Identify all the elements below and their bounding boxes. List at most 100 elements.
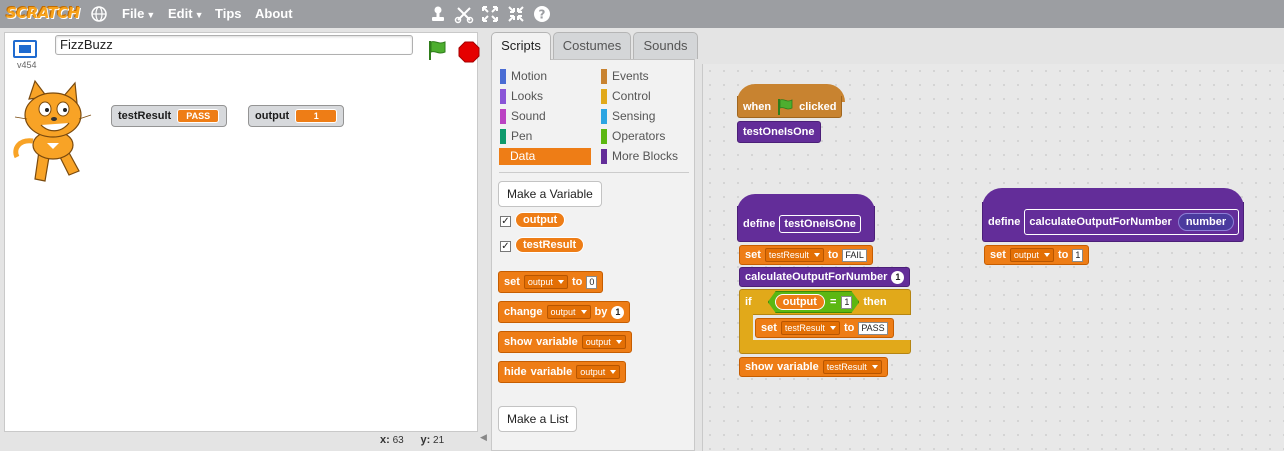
grow-icon[interactable]	[480, 4, 500, 24]
block-keyword: calculateOutputForNumber	[745, 271, 888, 283]
variable-checkbox[interactable]: ✓	[500, 216, 511, 227]
category-more-blocks[interactable]: More Blocks	[601, 148, 693, 165]
define-calculateoutputfornumber-block[interactable]: define calculateOutputForNumber number	[982, 202, 1244, 242]
presentation-mode-icon[interactable]	[13, 40, 37, 58]
block-keyword: show	[745, 361, 774, 373]
category-color-swatch	[601, 149, 607, 164]
call-testoneisone-block[interactable]: testOneIsOne	[737, 121, 821, 143]
define-testoneisone-block[interactable]: define testOneIsOne	[737, 206, 875, 242]
variable-dropdown[interactable]: testResult	[822, 360, 882, 374]
if-block-arm	[739, 314, 753, 342]
make-variable-button[interactable]: Make a Variable	[498, 181, 602, 207]
project-title-input[interactable]: FizzBuzz	[55, 35, 413, 55]
category-operators[interactable]: Operators	[601, 128, 693, 145]
value-input[interactable]: 1	[1072, 248, 1084, 262]
parameter-reporter[interactable]: number	[1177, 212, 1235, 231]
category-label: Control	[612, 89, 651, 103]
value-input[interactable]: FAIL	[842, 248, 867, 262]
cat-sprite[interactable]	[9, 79, 95, 187]
tab-scripts[interactable]: Scripts	[491, 32, 551, 60]
block-keyword: show	[504, 336, 533, 348]
x-value: 63	[392, 435, 404, 446]
category-sound[interactable]: Sound	[500, 108, 592, 125]
value-input[interactable]: 1	[841, 296, 852, 309]
variable-reporter-testresult[interactable]: testResult	[515, 237, 585, 253]
x-label: x:	[380, 434, 390, 446]
block-keyword: to	[1057, 249, 1069, 261]
tab-costumes[interactable]: Costumes	[553, 32, 631, 59]
category-events[interactable]: Events	[601, 68, 693, 85]
set-testresult-fail-block[interactable]: set testResult to FAIL	[739, 245, 873, 265]
block-keyword: change	[504, 306, 543, 318]
palette-hide-variable-block[interactable]: hide variable output	[498, 361, 627, 383]
menu-edit[interactable]: Edit ▼	[168, 6, 203, 21]
palette-divider	[499, 172, 689, 173]
category-sensing[interactable]: Sensing	[601, 108, 693, 125]
svg-text:?: ?	[539, 8, 546, 22]
green-flag-icon[interactable]	[426, 39, 448, 61]
category-label: Operators	[612, 129, 666, 143]
stop-icon[interactable]	[458, 41, 480, 63]
palette-set-block[interactable]: set output to 0	[498, 271, 604, 293]
tab-sounds[interactable]: Sounds	[633, 32, 698, 59]
menu-bar: SCRATCH File ▼ Edit ▼ Tips About ?	[0, 0, 1284, 28]
category-motion[interactable]: Motion	[500, 68, 592, 85]
block-keyword: if	[745, 296, 752, 308]
palette-show-variable-block[interactable]: show variable output	[498, 331, 632, 353]
set-output-block[interactable]: set output to 1	[984, 245, 1090, 265]
category-color-swatch	[500, 69, 506, 84]
make-list-button[interactable]: Make a List	[498, 406, 578, 432]
variable-dropdown[interactable]: testResult	[764, 248, 824, 262]
category-label: More Blocks	[612, 149, 679, 163]
variable-dropdown[interactable]: testResult	[780, 321, 840, 335]
equals-operator[interactable]: output = 1	[768, 291, 860, 313]
variable-reporter-output[interactable]: output	[515, 212, 566, 228]
duplicate-stamp-icon[interactable]	[428, 4, 448, 24]
block-keyword: variable	[536, 336, 578, 348]
monitor-testresult[interactable]: testResult PASS	[111, 105, 227, 127]
stage-canvas[interactable]: testResult PASS output 1	[5, 71, 477, 431]
category-data[interactable]: Data	[499, 148, 591, 165]
variable-dropdown[interactable]: output	[546, 305, 591, 319]
category-label: Looks	[511, 89, 544, 103]
variable-reporter-output[interactable]: output	[775, 294, 825, 310]
variable-dropdown[interactable]: output	[576, 365, 621, 379]
monitor-label: output	[255, 110, 290, 122]
number-input[interactable]: 1	[611, 305, 625, 319]
block-keyword: by	[594, 306, 608, 318]
palette-change-block[interactable]: change output by 1	[498, 301, 631, 323]
shrink-icon[interactable]	[506, 4, 526, 24]
menu-tips[interactable]: Tips	[215, 6, 242, 21]
variable-dropdown[interactable]: output	[581, 335, 626, 349]
category-color-swatch	[601, 69, 607, 84]
number-input[interactable]: 1	[891, 270, 905, 284]
value-input[interactable]: 0	[586, 275, 598, 289]
set-testresult-pass-block[interactable]: set testResult to PASS	[755, 318, 894, 338]
language-globe-icon[interactable]	[90, 5, 108, 23]
variable-dropdown[interactable]: output	[523, 275, 568, 289]
custom-block-prototype: calculateOutputForNumber number	[1024, 208, 1240, 235]
show-variable-testresult-block[interactable]: show variable testResult	[739, 357, 888, 377]
cut-scissors-icon[interactable]	[454, 4, 474, 24]
variable-checkbox[interactable]: ✓	[500, 241, 511, 252]
menu-file[interactable]: File ▼	[122, 6, 155, 21]
menu-about[interactable]: About	[255, 6, 293, 21]
monitor-output[interactable]: output 1	[248, 105, 344, 127]
category-control[interactable]: Control	[601, 88, 693, 105]
block-keyword: hide	[504, 366, 527, 378]
scratch-logo[interactable]: SCRATCH	[6, 3, 80, 23]
y-value: 21	[433, 435, 445, 446]
call-calculateoutputfornumber-block[interactable]: calculateOutputForNumber 1	[739, 267, 911, 287]
help-icon[interactable]: ?	[532, 4, 552, 24]
value-input[interactable]: PASS	[858, 321, 888, 335]
category-color-swatch	[601, 89, 607, 104]
when-flag-clicked-block[interactable]: when clicked	[737, 96, 843, 118]
category-pen[interactable]: Pen	[500, 128, 592, 145]
chevron-down-icon: ▼	[194, 10, 204, 20]
variable-dropdown[interactable]: output	[1009, 248, 1054, 262]
if-block[interactable]: if output = 1 then	[739, 289, 911, 315]
category-looks[interactable]: Looks	[500, 88, 592, 105]
category-label: Pen	[511, 129, 533, 143]
collapse-stage-icon[interactable]: ◀	[480, 432, 488, 444]
block-keyword: set	[504, 276, 520, 288]
